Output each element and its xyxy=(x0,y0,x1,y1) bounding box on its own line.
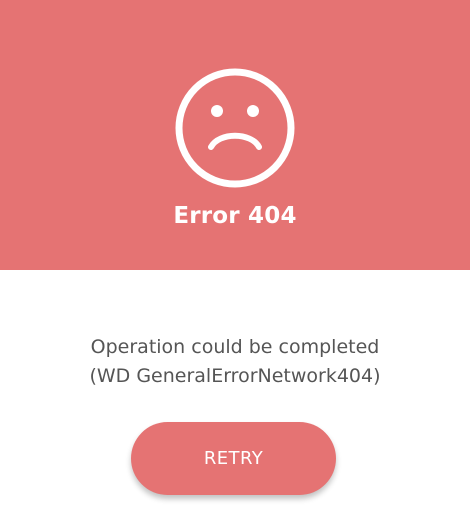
sad-face-icon xyxy=(175,68,295,188)
error-title: Error 404 xyxy=(173,203,297,229)
error-message: Operation could be completed (WD General… xyxy=(20,333,450,391)
error-message-line-2: (WD GeneralErrorNetwork404) xyxy=(89,365,381,387)
error-dialog: Error 404 Operation could be completed (… xyxy=(0,0,470,526)
error-message-line-1: Operation could be completed xyxy=(90,336,380,358)
error-header: Error 404 xyxy=(0,0,470,270)
retry-button[interactable]: RETRY xyxy=(131,422,336,495)
